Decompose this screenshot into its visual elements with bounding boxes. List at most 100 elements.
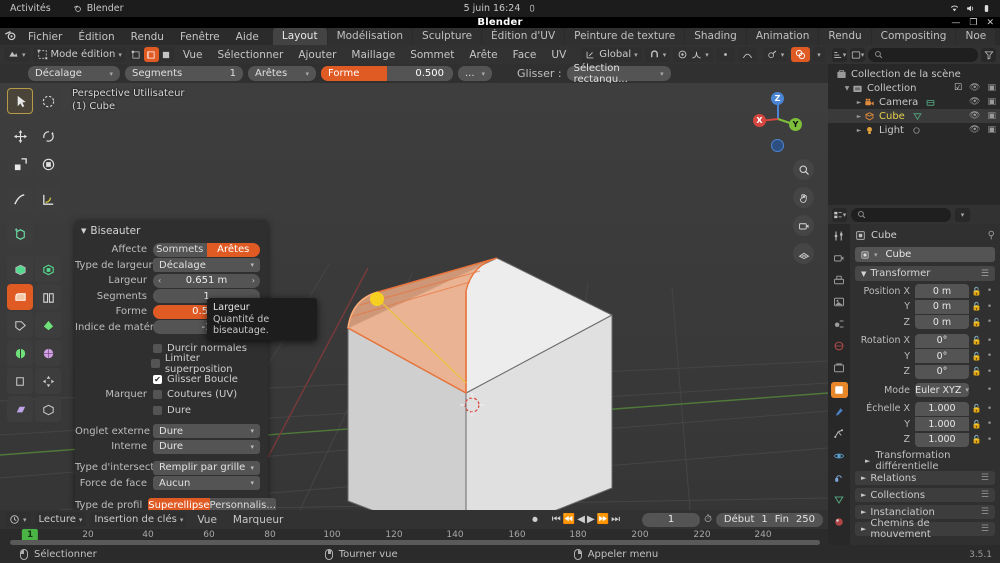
timeline-menu-vue[interactable]: Vue	[191, 514, 223, 526]
tool-transform[interactable]	[35, 151, 61, 177]
largeur-increment-icon[interactable]: ›	[252, 276, 255, 285]
menu-rendu[interactable]: Rendu	[123, 29, 172, 45]
section-menu-icon[interactable]: ☰	[981, 507, 989, 517]
tool-spin[interactable]	[7, 340, 33, 366]
type-intersection-dropdown[interactable]: Remplir par grille ▾	[153, 460, 260, 475]
tab-output[interactable]	[831, 272, 848, 288]
profil-option-personnalise[interactable]: Personnalis...	[209, 498, 276, 510]
value-position-z[interactable]: 0 m	[915, 315, 969, 329]
editor-type-button[interactable]: ▾	[4, 47, 30, 62]
playback-menu-button[interactable]: Lecture ▾	[34, 512, 87, 527]
section-menu-icon[interactable]: ☰	[981, 269, 989, 279]
outliner-filter-icon[interactable]	[981, 47, 996, 62]
section-chemins-de-mouvement[interactable]: ► Chemins de mouvement ☰	[855, 518, 995, 540]
segments-field[interactable]: Segments 1	[125, 66, 243, 81]
checkbox-durcir-normales[interactable]	[153, 343, 162, 353]
animate-dot-icon[interactable]: •	[984, 435, 995, 445]
viewport-menu-arete[interactable]: Arête	[463, 49, 503, 61]
eye-icon[interactable]: 👁	[969, 83, 980, 93]
animate-dot-icon[interactable]: •	[984, 302, 995, 312]
lock-icon[interactable]: 🔓	[969, 367, 984, 376]
section-menu-icon[interactable]: ☰	[981, 490, 989, 500]
tab-tool[interactable]	[831, 228, 848, 244]
zoom-icon[interactable]	[793, 159, 814, 180]
animate-dot-icon[interactable]: •	[984, 286, 995, 296]
menu-fichier[interactable]: Fichier	[20, 29, 70, 45]
value-scale-x[interactable]: 1.000	[915, 401, 969, 416]
camera-data-icon[interactable]	[925, 97, 936, 108]
tool-annotate[interactable]	[7, 186, 33, 212]
tool-select-circle[interactable]	[35, 88, 61, 114]
tool-move[interactable]	[7, 123, 33, 149]
camera-render-icon[interactable]: ▣	[987, 97, 996, 107]
show-gizmo-button[interactable]: ▾	[762, 47, 789, 62]
properties-search-input[interactable]	[851, 207, 951, 222]
section-instanciation[interactable]: ► Instanciation ☰	[855, 505, 995, 519]
minimize-button[interactable]: —	[951, 18, 960, 28]
value-scale-z[interactable]: 1.000	[915, 432, 969, 447]
maximize-button[interactable]: ❐	[969, 18, 977, 28]
menu-fenetre[interactable]: Fenêtre	[172, 29, 228, 45]
animate-dot-icon[interactable]: •	[984, 367, 995, 377]
tool-smooth[interactable]	[35, 340, 61, 366]
lock-icon[interactable]: 🔓	[969, 302, 984, 311]
eye-icon[interactable]: 👁	[969, 111, 980, 121]
tab-material[interactable]	[831, 514, 848, 530]
tab-collection[interactable]	[831, 360, 848, 376]
properties-editor[interactable]: ▾ ▾ Cube ⚲ ▾ Cube ▼ Transformer ☰ Positi…	[828, 205, 1000, 550]
light-data-icon[interactable]	[911, 125, 922, 136]
largeur-field[interactable]: ‹ 0.651 m ›	[153, 273, 260, 288]
outliner-item-collection[interactable]: ▼ Collection ☑ 👁 ▣	[828, 81, 1000, 95]
camera-render-icon[interactable]: ▣	[987, 111, 996, 121]
tool-shrink-fatten[interactable]	[35, 368, 61, 394]
navigation-gizmo[interactable]: Z Y X	[750, 91, 806, 152]
timeline-editor[interactable]: ▾ Lecture ▾ Insertion de clés ▾ Vue Marque…	[0, 510, 828, 545]
gnome-clock-area[interactable]: 5 juin 16:24	[464, 3, 537, 14]
tab-scene[interactable]	[831, 316, 848, 332]
play-reverse-icon[interactable]: ◀	[577, 514, 585, 525]
tool-tweak[interactable]	[7, 88, 33, 114]
profile-type-dropdown[interactable]: ... ▾	[458, 66, 492, 81]
timeline-editor-type-icon[interactable]: ▾	[5, 512, 31, 527]
value-rotation-mode[interactable]: Euler XYZ ▾	[915, 383, 969, 397]
window-controls[interactable]: — ❐ ✕	[951, 17, 994, 28]
checkbox-coutures-uv[interactable]	[153, 390, 162, 399]
keying-menu-button[interactable]: Insertion de clés ▾	[90, 512, 188, 527]
width-type-dropdown[interactable]: Décalage ▾	[28, 66, 120, 81]
overlays-dropdown[interactable]: ▾	[813, 47, 825, 62]
tab-view-layer[interactable]	[831, 294, 848, 310]
close-button[interactable]: ✕	[986, 18, 994, 28]
tab-rendu[interactable]: Rendu	[819, 28, 871, 45]
prev-keyframe-icon[interactable]: ⏪	[563, 514, 575, 525]
lock-icon[interactable]: 🔓	[969, 287, 984, 296]
camera-render-icon[interactable]: ▣	[987, 125, 996, 135]
gizmo-axis-z[interactable]: Z	[771, 92, 784, 105]
viewport-menu-selectionner[interactable]: Sélectionner	[211, 49, 289, 61]
tab-particles[interactable]	[831, 426, 848, 442]
tab-sculpture[interactable]: Sculpture	[413, 28, 482, 45]
disclosure-triangle-icon[interactable]: ►	[854, 99, 864, 106]
proportional-edit-button[interactable]: ▾	[673, 47, 713, 62]
tool-rotate[interactable]	[35, 123, 61, 149]
timeline-ruler[interactable]: 20 40 60 80 100 120 140 160 180 200 220 …	[0, 529, 828, 545]
operator-redo-panel[interactable]: ▼ Biseauter Affecte Sommets Arêtes Type …	[75, 220, 276, 510]
gizmo-axis-x[interactable]: X	[753, 114, 766, 127]
auto-key-icon[interactable]: ⏱	[704, 514, 712, 525]
type-de-largeur-dropdown[interactable]: Décalage ▾	[153, 258, 260, 272]
frame-range-field[interactable]: Début 1 Fin 250	[715, 512, 823, 527]
tab-peinture-texture[interactable]: Peinture de texture	[565, 28, 685, 45]
grid-icon[interactable]	[793, 243, 814, 264]
affecte-option-aretes[interactable]: Arêtes	[206, 242, 260, 257]
jump-end-icon[interactable]: ⏭	[611, 514, 620, 525]
force-de-face-dropdown[interactable]: Aucun ▾	[153, 476, 260, 490]
tool-knife[interactable]	[7, 312, 33, 338]
animate-dot-icon[interactable]: •	[984, 419, 995, 429]
outliner-editor-type-icon[interactable]: ▾	[832, 47, 847, 62]
tool-measure[interactable]	[35, 186, 61, 212]
blender-logo-icon[interactable]	[0, 29, 20, 45]
tab-constraints[interactable]	[831, 470, 848, 486]
eye-icon[interactable]: 👁	[969, 97, 980, 107]
transform-orientation-button[interactable]: Global ▾	[581, 47, 642, 62]
tab-modifiers[interactable]	[831, 404, 848, 420]
interne-dropdown[interactable]: Dure ▾	[153, 439, 260, 454]
